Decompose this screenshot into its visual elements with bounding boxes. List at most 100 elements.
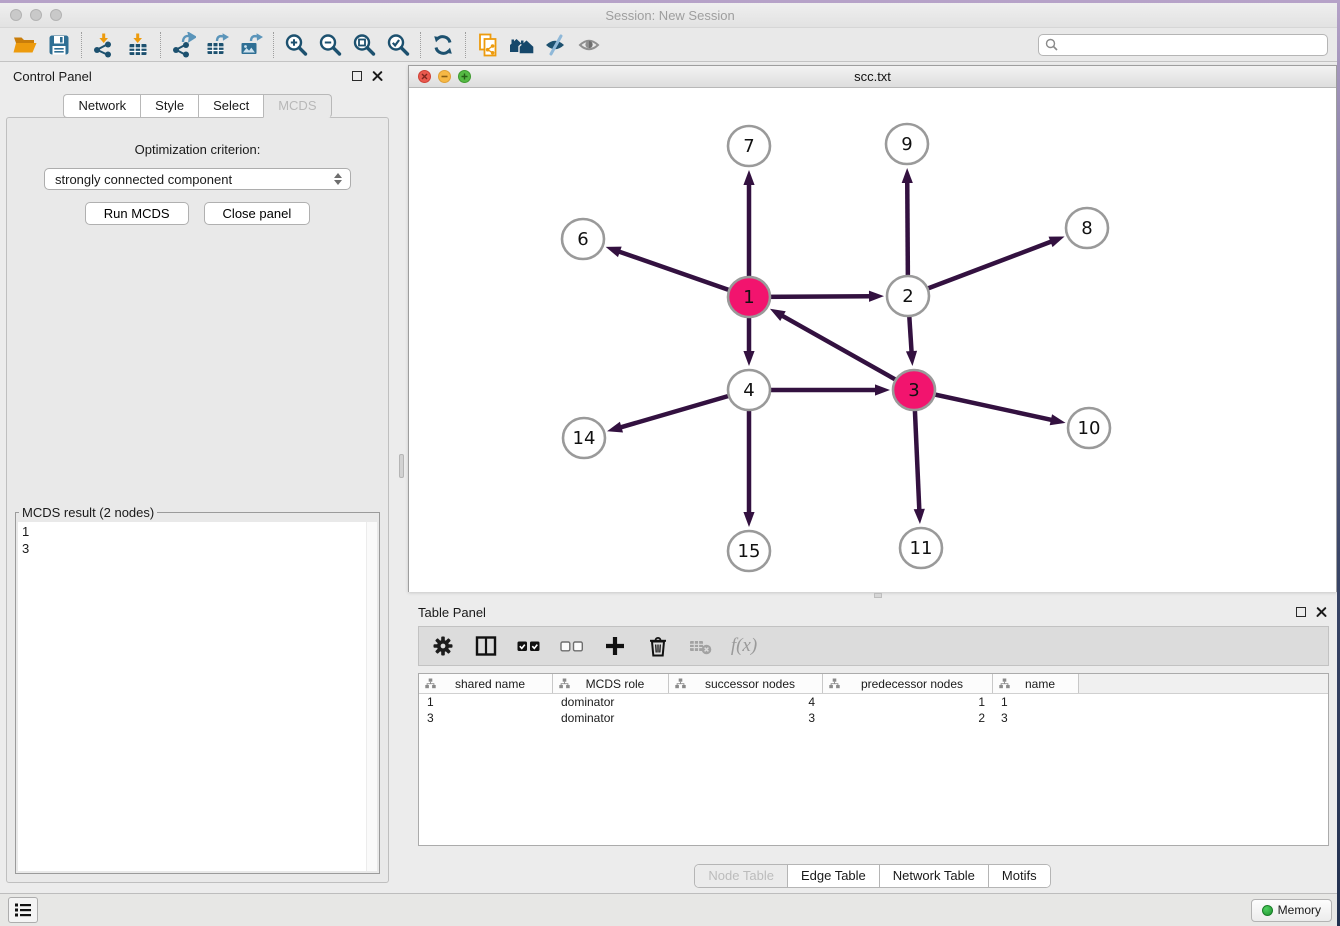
graph-edge-arrowhead [1050,414,1066,425]
graph-node-1[interactable]: 1 [728,277,770,317]
column-sort-icon [559,678,570,689]
add-column-button[interactable] [601,631,629,661]
network-close-button[interactable] [418,70,431,83]
import-table-icon [125,32,151,58]
zoom-in-button[interactable] [279,30,313,60]
column-sort-icon [425,678,436,689]
column-header-successor-nodes[interactable]: successor nodes [669,674,823,693]
graph-node-10[interactable]: 10 [1068,408,1110,448]
graph-node-label: 3 [908,380,919,401]
vertical-splitter[interactable] [395,62,408,893]
table-cell: dominator [553,710,669,726]
select-all-columns-button[interactable] [515,631,543,661]
table-cell: 2 [823,710,993,726]
import-table-button[interactable] [121,30,155,60]
graph-node-6[interactable]: 6 [562,219,604,259]
export-table-icon [204,32,230,58]
function-builder-button[interactable]: f(x) [730,631,758,661]
node-table[interactable]: shared nameMCDS rolesuccessor nodesprede… [418,673,1329,846]
close-panel-icon[interactable] [372,71,383,82]
column-header-predecessor-nodes[interactable]: predecessor nodes [823,674,993,693]
tab-style[interactable]: Style [140,94,198,118]
task-history-button[interactable] [8,897,38,923]
graph-node-label: 2 [902,286,913,307]
tab-node-table[interactable]: Node Table [695,865,788,887]
export-network-button[interactable] [166,30,200,60]
graph-node-15[interactable]: 15 [728,531,770,571]
tab-network[interactable]: Network [63,94,140,118]
open-file-button[interactable] [8,30,42,60]
tab-edge-table[interactable]: Edge Table [788,865,880,887]
desktop-edge-top [0,0,1340,3]
graph-edge-arrowhead [770,309,786,321]
network-window-title: scc.txt [409,69,1336,84]
mcds-result-text[interactable]: 1 3 [18,522,377,871]
table-row[interactable]: 3dominator323 [419,710,1328,726]
graph-node-8[interactable]: 8 [1066,208,1108,248]
horizontal-splitter[interactable] [408,592,1340,600]
tab-network-table[interactable]: Network Table [880,865,989,887]
criterion-dropdown[interactable]: strongly connected component [44,168,351,190]
show-graphics-button[interactable] [573,30,607,60]
run-mcds-button[interactable]: Run MCDS [85,202,189,225]
splitter-handle[interactable] [874,593,882,598]
refresh-button[interactable] [426,30,460,60]
toggle-column-view-button[interactable] [472,631,500,661]
delete-table-button[interactable] [687,631,715,661]
memory-button[interactable]: Memory [1251,899,1332,922]
search-field[interactable] [1038,34,1328,56]
column-header-name[interactable]: name [993,674,1079,693]
graph-node-4[interactable]: 4 [728,370,770,410]
float-panel-icon[interactable] [352,71,362,81]
zoom-fit-button[interactable] [347,30,381,60]
toolbar-separator [81,32,82,58]
graph-node-7[interactable]: 7 [728,126,770,166]
graph-node-9[interactable]: 9 [886,124,928,164]
table-row[interactable]: 1dominator411 [419,694,1328,710]
zoom-out-button[interactable] [313,30,347,60]
unselect-all-columns-button[interactable] [558,631,586,661]
export-image-button[interactable] [234,30,268,60]
tab-motifs[interactable]: Motifs [989,865,1050,887]
graph-node-2[interactable]: 2 [887,276,929,316]
control-panel: Control Panel NetworkStyleSelectMCDS Opt… [0,62,395,893]
close-panel-icon[interactable] [1316,607,1327,618]
export-table-button[interactable] [200,30,234,60]
graph-node-3[interactable]: 3 [893,370,935,410]
float-panel-icon[interactable] [1296,607,1306,617]
delete-column-button[interactable] [644,631,672,661]
settings-gear-button[interactable] [429,631,457,661]
network-minimize-button[interactable] [438,70,451,83]
network-zoom-button[interactable] [458,70,471,83]
first-neighbors-button[interactable] [505,30,539,60]
column-header-shared-name[interactable]: shared name [419,674,553,693]
result-scrollbar[interactable] [366,522,377,871]
first-neighbors-icon [508,32,536,58]
graph-edge-arrowhead [743,512,754,527]
search-input[interactable] [1063,38,1321,52]
save-session-button[interactable] [42,30,76,60]
tab-mcds[interactable]: MCDS [263,94,331,118]
table-toolbar: f(x) [418,626,1329,666]
zoom-out-icon [317,32,343,58]
network-canvas[interactable]: 7 9 6 8 1 2 4 3 14 10 15 11 [409,88,1336,592]
zoom-selected-button[interactable] [381,30,415,60]
task-list-icon [14,902,32,918]
graph-edge-arrowhead [906,351,917,366]
select-all-columns-icon [516,634,542,658]
mcds-result-fieldset: MCDS result (2 nodes) 1 3 [15,505,380,874]
splitter-handle[interactable] [399,454,404,478]
column-header-MCDS-role[interactable]: MCDS role [553,674,669,693]
tab-select[interactable]: Select [198,94,263,118]
import-network-button[interactable] [87,30,121,60]
optimization-criterion-label: Optimization criterion: [7,142,388,157]
hide-graphics-button[interactable] [539,30,573,60]
duplicate-network-button[interactable] [471,30,505,60]
column-sort-icon [675,678,686,689]
close-panel-button[interactable]: Close panel [204,202,311,225]
graph-node-14[interactable]: 14 [563,418,605,458]
graph-node-11[interactable]: 11 [900,528,942,568]
column-sort-icon [829,678,840,689]
graph-edge-2-8[interactable] [908,241,1052,296]
graph-edge-3-1[interactable] [781,315,914,390]
